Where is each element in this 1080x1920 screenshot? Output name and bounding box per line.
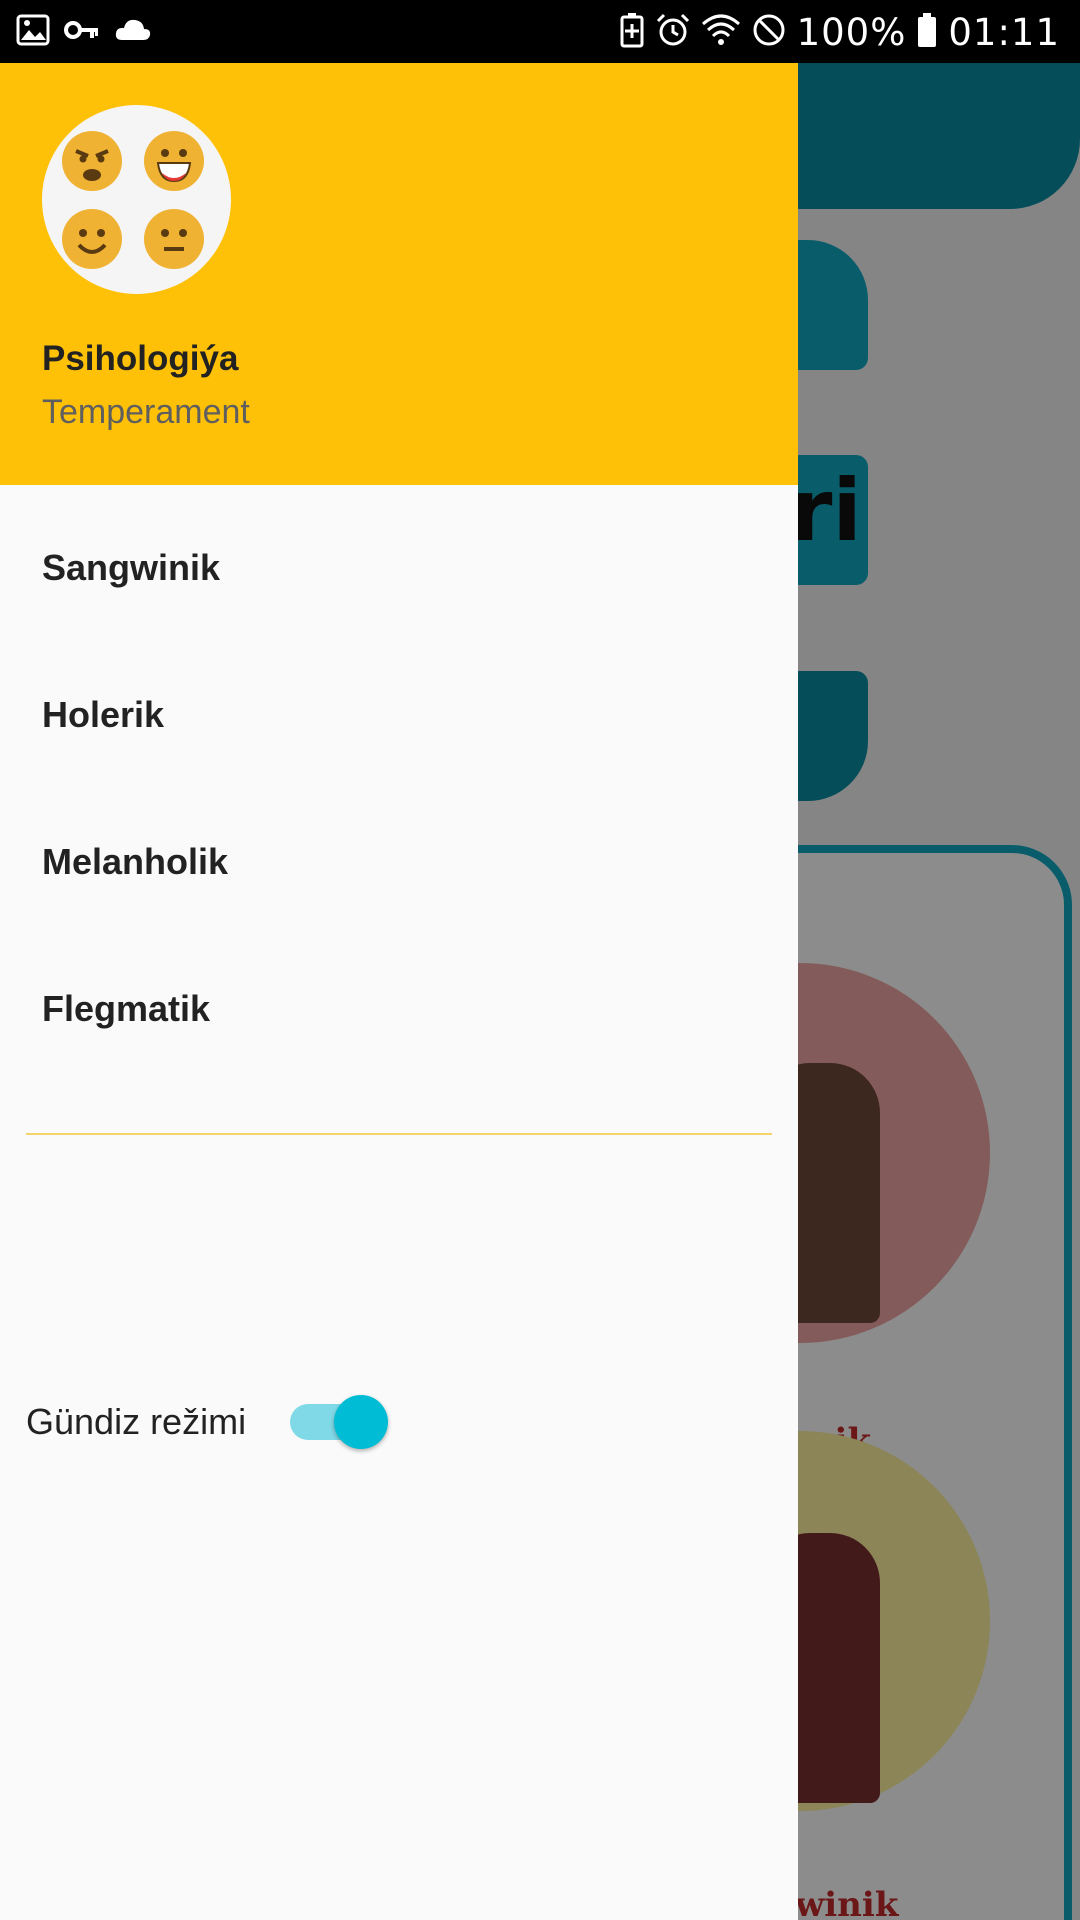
drawer-header: Psihologiýa Temperament: [0, 63, 798, 485]
laughing-face-icon: [144, 131, 204, 191]
menu-item-sangwinik[interactable]: Sangwinik: [0, 529, 798, 676]
alarm-icon: [655, 12, 691, 53]
wifi-icon: [701, 12, 741, 53]
day-mode-label: Gündiz režimi: [26, 1401, 247, 1442]
day-mode-switch[interactable]: [282, 1391, 392, 1455]
image-icon: [16, 13, 50, 52]
menu-item-label: Melanholik: [42, 841, 229, 882]
menu-divider: [26, 1133, 772, 1135]
app-logo-avatar: [42, 105, 231, 294]
drawer-menu: Sangwinik Holerik Melanholik Flegmatik: [0, 529, 798, 1117]
battery-percent: 100%: [796, 10, 907, 54]
battery-saver-icon: [619, 12, 645, 53]
do-not-disturb-icon: [751, 12, 787, 53]
battery-icon: [916, 12, 938, 53]
smiling-face-icon: [62, 209, 122, 269]
status-bar: 100% 01:11: [0, 0, 1080, 63]
menu-item-melanholik[interactable]: Melanholik: [0, 823, 798, 970]
key-icon: [64, 13, 100, 52]
cloud-icon: [114, 13, 152, 52]
menu-item-flegmatik[interactable]: Flegmatik: [0, 970, 798, 1117]
drawer-title: Psihologiýa: [42, 339, 239, 378]
menu-item-holerik[interactable]: Holerik: [0, 676, 798, 823]
switch-thumb[interactable]: [334, 1395, 388, 1449]
day-mode-row: Gündiz režimi: [26, 1391, 766, 1461]
menu-item-label: Sangwinik: [42, 547, 221, 588]
neutral-face-icon: [144, 209, 204, 269]
menu-item-label: Holerik: [42, 694, 165, 735]
menu-item-label: Flegmatik: [42, 988, 211, 1029]
drawer-subtitle: Temperament: [42, 393, 250, 431]
navigation-drawer: Psihologiýa Temperament Sangwinik Holeri…: [0, 63, 798, 1920]
clock: 01:11: [948, 10, 1060, 54]
angry-face-icon: [62, 131, 122, 191]
